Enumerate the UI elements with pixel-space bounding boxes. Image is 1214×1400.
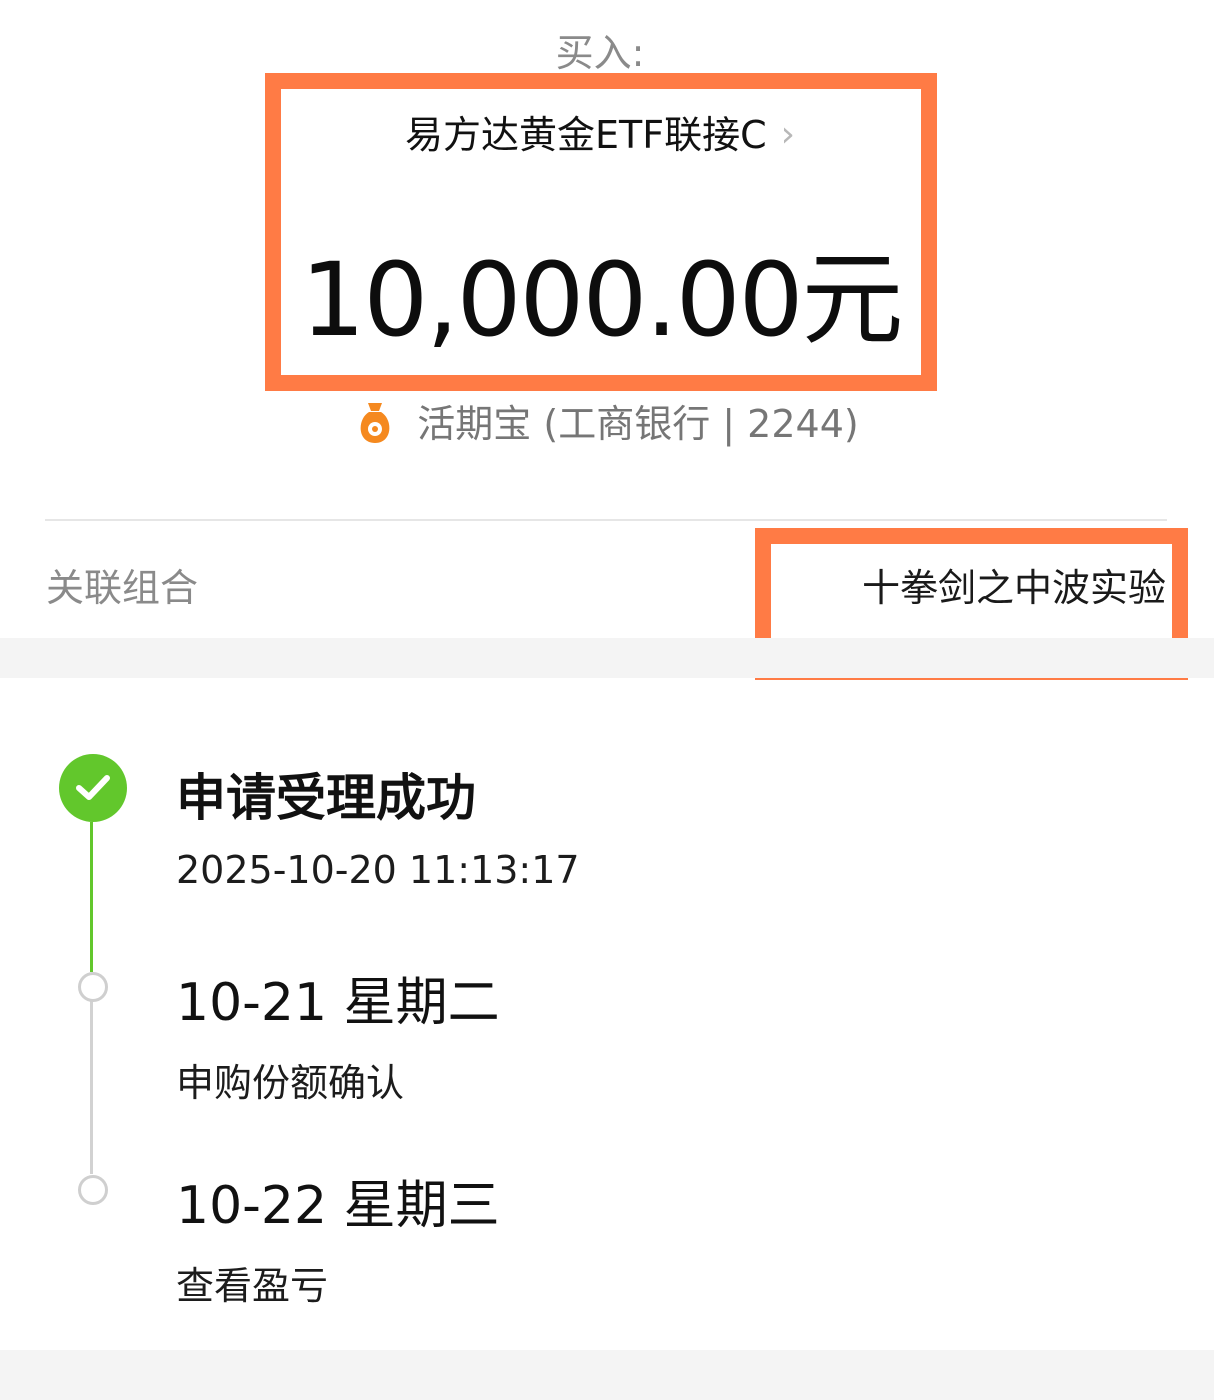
buy-label: 买入: — [555, 31, 645, 75]
step-subtitle: 2025-10-20 11:13:17 — [176, 848, 580, 892]
payment-text: 活期宝 (工商银行 | 2244) — [417, 402, 859, 446]
step-title: 10-21 星期二 — [176, 973, 500, 1033]
timeline-line-pending — [90, 1000, 93, 1174]
pending-circle-icon — [78, 972, 108, 1002]
step-subtitle: 申购份额确认 — [176, 1061, 405, 1105]
section-separator — [0, 638, 1214, 678]
step-title: 申请受理成功 — [176, 769, 476, 827]
pending-circle-icon — [78, 1175, 108, 1205]
divider — [45, 519, 1167, 521]
check-icon — [59, 754, 127, 822]
timeline-line-done — [90, 822, 93, 972]
money-bag-icon — [355, 399, 395, 445]
payment-method: 活期宝 (工商银行 | 2244) — [0, 393, 1214, 448]
step-subtitle: 查看盈亏 — [176, 1264, 329, 1308]
highlight-box-fund — [265, 73, 937, 391]
step-title: 10-22 星期三 — [176, 1176, 500, 1236]
bottom-separator — [0, 1350, 1214, 1400]
combo-label: 关联组合 — [46, 566, 199, 610]
